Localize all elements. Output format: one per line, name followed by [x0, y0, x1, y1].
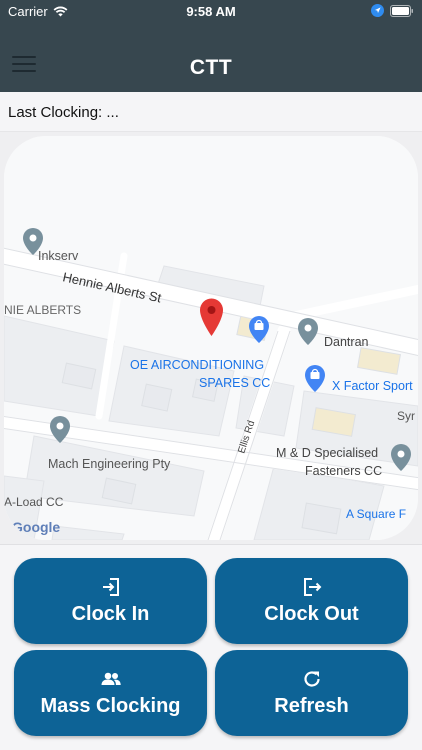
place-label-inkserv: Inkserv [38, 249, 79, 263]
app-header: CTT [0, 24, 422, 92]
refresh-label: Refresh [274, 695, 349, 717]
place-label-dantran: Dantran [324, 335, 369, 349]
place-label-mach: Mach Engineering Pty [48, 457, 171, 471]
refresh-button[interactable]: Refresh [215, 650, 408, 736]
google-logo: Google [12, 519, 60, 535]
map-canvas[interactable]: Hennie Alberts St Ellis Rd Inkserv NIE A… [4, 136, 418, 540]
place-label-oe-line2: SPARES CC [199, 376, 270, 390]
place-label-a-load: A-Load CC [4, 495, 64, 509]
group-users-icon [101, 672, 121, 685]
last-clocking-text: Last Clocking: ... [8, 104, 119, 121]
location-arrow-icon [371, 4, 384, 17]
mass-clocking-label: Mass Clocking [40, 695, 181, 717]
login-icon [102, 578, 119, 596]
clock-out-button[interactable]: Clock Out [215, 558, 408, 644]
refresh-icon [303, 671, 320, 687]
place-label-md-line2: Fasteners CC [305, 464, 382, 478]
place-label-syr: Syr [397, 409, 415, 423]
place-label-nie-alberts: NIE ALBERTS [4, 303, 81, 317]
place-label-a-square: A Square F [346, 507, 406, 521]
map-view[interactable]: Hennie Alberts St Ellis Rd Inkserv NIE A… [4, 136, 418, 540]
place-label-oe-line1: OE AIRCONDITIONING [130, 358, 264, 372]
status-bar: Carrier 9:58 AM [0, 0, 422, 24]
battery-icon [390, 4, 413, 17]
clock-in-label: Clock In [71, 603, 150, 625]
clock-in-button[interactable]: Clock In [14, 558, 207, 644]
clock-out-label: Clock Out [264, 603, 359, 625]
place-label-x-factor: X Factor Sport [332, 379, 413, 393]
logout-icon [303, 578, 321, 596]
place-label-md-line1: M & D Specialised [276, 446, 378, 460]
map-container: Hennie Alberts St Ellis Rd Inkserv NIE A… [0, 132, 422, 544]
mass-clocking-button[interactable]: Mass Clocking [14, 650, 207, 736]
status-time: 9:58 AM [186, 4, 236, 19]
action-buttons-panel: Clock In Clock Out Mass Clocking Refresh [0, 544, 422, 750]
status-right-group [371, 4, 414, 17]
last-clocking-bar: Last Clocking: ... [0, 92, 422, 132]
page-title: CTT [189, 56, 233, 79]
